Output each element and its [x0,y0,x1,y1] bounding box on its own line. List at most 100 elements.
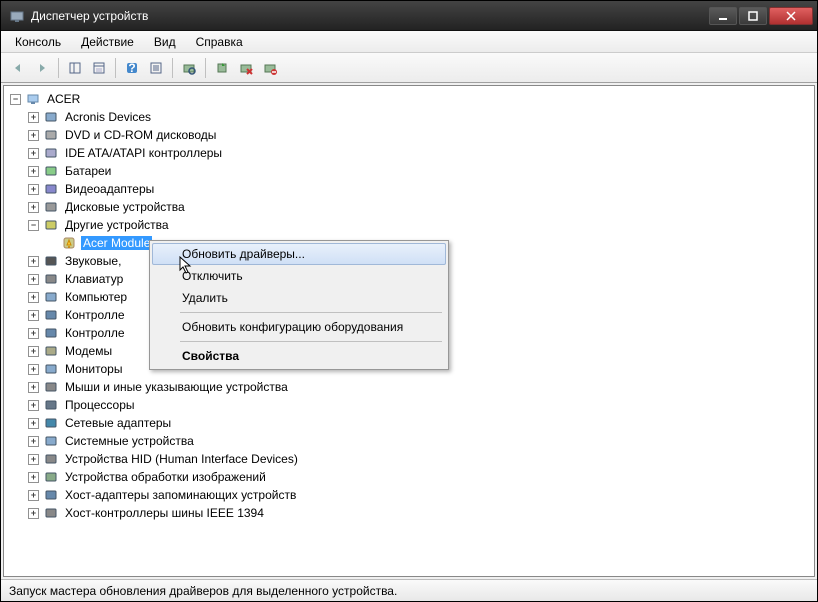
tree-expander[interactable]: + [28,400,39,411]
tree-node[interactable]: Модемы [63,344,114,358]
menu-properties[interactable]: Свойства [152,345,446,367]
tree-expander[interactable]: + [28,346,39,357]
tree-expander[interactable]: + [28,490,39,501]
tree-expander[interactable]: + [28,508,39,519]
menu-delete[interactable]: Удалить [152,287,446,309]
close-button[interactable] [769,7,813,25]
back-button[interactable] [7,57,29,79]
scan-hardware-button[interactable] [178,57,200,79]
tree-node[interactable]: Батареи [63,164,113,178]
tree-expander[interactable]: + [28,472,39,483]
sys-icon [43,433,59,449]
status-bar: Запуск мастера обновления драйверов для … [1,579,817,601]
video-icon [43,181,59,197]
mouse-icon [43,379,59,395]
tree-node[interactable]: Компьютер [63,290,129,304]
tree-expander[interactable]: + [28,130,39,141]
keyboard-icon [43,271,59,287]
battery-icon [43,163,59,179]
device-manager-window: Диспетчер устройств Консоль Действие Вид… [0,0,818,602]
toolbar-separator [205,58,206,78]
list-button[interactable] [145,57,167,79]
tree-node[interactable]: IDE ATA/ATAPI контроллеры [63,146,224,160]
tree-expander[interactable]: + [28,184,39,195]
window-title: Диспетчер устройств [31,9,707,23]
tree-expander[interactable]: − [28,220,39,231]
tree-expander[interactable]: + [28,364,39,375]
titlebar[interactable]: Диспетчер устройств [1,1,817,31]
tree-node[interactable]: Устройства HID (Human Interface Devices) [63,452,300,466]
uninstall-button[interactable] [235,57,257,79]
modem-icon [43,343,59,359]
other-icon [43,217,59,233]
tree-node[interactable]: Мыши и иные указывающие устройства [63,380,290,394]
computer-icon [25,91,41,107]
tree-expander[interactable]: + [28,292,39,303]
tree-node[interactable]: Дисковые устройства [63,200,187,214]
tree-expander[interactable]: + [28,310,39,321]
help-button[interactable]: ? [121,57,143,79]
tree-expander[interactable]: + [28,328,39,339]
tree-expander[interactable]: + [28,112,39,123]
tree-expander[interactable]: + [28,256,39,267]
tree-expander[interactable]: + [28,454,39,465]
menu-console[interactable]: Консоль [5,33,71,51]
tree-node[interactable]: DVD и CD-ROM дисководы [63,128,218,142]
menu-help[interactable]: Справка [186,33,253,51]
tree-expander[interactable]: − [10,94,21,105]
tree-expander[interactable]: + [28,382,39,393]
hid-icon [43,451,59,467]
tree-expander[interactable]: + [28,202,39,213]
tree-node[interactable]: Хост-контроллеры шины IEEE 1394 [63,506,266,520]
maximize-button[interactable] [739,7,767,25]
tree-root[interactable]: ACER [45,92,82,106]
ide-icon [43,145,59,161]
tree-node[interactable]: Видеоадаптеры [63,182,156,196]
menubar: Консоль Действие Вид Справка [1,31,817,53]
usb-icon [43,307,59,323]
tree-expander[interactable]: + [28,274,39,285]
disable-button[interactable] [259,57,281,79]
tree-node[interactable]: Контролле [63,308,127,322]
properties-button[interactable] [88,57,110,79]
show-hide-tree-button[interactable] [64,57,86,79]
forward-button[interactable] [31,57,53,79]
device-tree-pane[interactable]: − ACER + Acronis Devices + DVD и CD-ROM дис… [3,85,815,577]
tree-node[interactable]: Системные устройства [63,434,196,448]
toolbar-separator [172,58,173,78]
cpu-icon [43,397,59,413]
tree-node[interactable]: Хост-адаптеры запоминающих устройств [63,488,298,502]
usb-icon [43,325,59,341]
cd-icon [43,127,59,143]
tree-node-selected[interactable]: Acer Module [81,236,152,250]
tree-node[interactable]: Acronis Devices [63,110,153,124]
toolbar-separator [58,58,59,78]
tree-node[interactable]: Сетевые адаптеры [63,416,173,430]
tree-expander[interactable]: + [28,436,39,447]
tree-expander[interactable]: + [28,418,39,429]
tree-node[interactable]: Другие устройства [63,218,171,232]
menu-view[interactable]: Вид [144,33,186,51]
menu-scan-hardware[interactable]: Обновить конфигурацию оборудования [152,316,446,338]
device-icon [43,109,59,125]
tree-node[interactable]: Контролле [63,326,127,340]
menu-separator [180,341,442,342]
toolbar: ? [1,53,817,83]
net-icon [43,415,59,431]
tree-node[interactable]: Звуковые, [63,254,123,268]
sound-icon [43,253,59,269]
minimize-button[interactable] [709,7,737,25]
context-menu: Обновить драйверы... Отключить Удалить О… [149,240,449,370]
menu-action[interactable]: Действие [71,33,144,51]
menu-update-drivers[interactable]: Обновить драйверы... [152,243,446,265]
update-driver-button[interactable] [211,57,233,79]
tree-node[interactable]: Мониторы [63,362,124,376]
tree-node[interactable]: Клавиатур [63,272,125,286]
app-icon [9,8,25,24]
menu-disable[interactable]: Отключить [152,265,446,287]
tree-node[interactable]: Процессоры [63,398,137,412]
pc-icon [43,289,59,305]
tree-node[interactable]: Устройства обработки изображений [63,470,268,484]
tree-expander[interactable]: + [28,166,39,177]
tree-expander[interactable]: + [28,148,39,159]
